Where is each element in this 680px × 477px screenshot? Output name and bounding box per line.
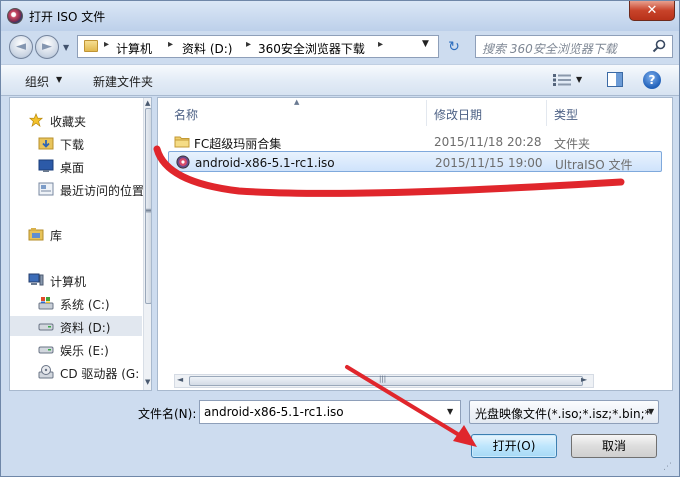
- scroll-grip-icon: |||: [379, 375, 387, 383]
- drive-icon: [38, 323, 54, 331]
- column-header-date[interactable]: 修改日期: [434, 106, 482, 123]
- column-divider[interactable]: [546, 100, 547, 126]
- new-folder-button[interactable]: 新建文件夹: [93, 73, 153, 90]
- sidebar-item-label: 资料 (D:): [60, 321, 111, 335]
- window-title: 打开 ISO 文件: [29, 10, 106, 24]
- breadcrumb-drive-d[interactable]: 资料 (D:): [182, 40, 232, 57]
- column-header-name[interactable]: 名称: [174, 106, 198, 123]
- file-list: ▲ 名称 修改日期 类型 FC超级玛丽合集 2015/11/18 20:28 文…: [157, 97, 673, 391]
- help-icon[interactable]: ?: [643, 71, 661, 89]
- folder-icon: [174, 136, 190, 148]
- change-view-icon[interactable]: [553, 74, 571, 86]
- sidebar-item-label: CD 驱动器 (G:: [60, 367, 140, 381]
- filename-dropdown-icon[interactable]: ▼: [447, 407, 453, 416]
- breadcrumb-download-folder[interactable]: 360安全浏览器下载: [258, 40, 365, 57]
- sidebar-item-label: 最近访问的位置: [60, 184, 145, 198]
- search-input[interactable]: 搜索 360安全浏览器下载: [475, 35, 673, 58]
- search-placeholder: 搜索 360安全浏览器下载: [482, 42, 617, 56]
- resize-grip-icon[interactable]: ⋰: [663, 462, 672, 472]
- file-name: FC超级玛丽合集: [194, 137, 282, 151]
- crumb-separator-icon[interactable]: ▸: [168, 39, 173, 50]
- horizontal-scrollbar[interactable]: ◄ ||| ►: [174, 374, 594, 388]
- sidebar-computer[interactable]: 计算机: [10, 270, 142, 290]
- computer-icon: [28, 273, 44, 286]
- filename-label: 文件名(N):: [138, 407, 197, 421]
- history-dropdown-icon[interactable]: ▼: [63, 43, 69, 52]
- folder-icon: [84, 40, 98, 52]
- file-type: UltraISO 文件: [555, 158, 633, 172]
- address-bar[interactable]: ▸ 计算机 ▸ 资料 (D:) ▸ 360安全浏览器下载 ▸ ▼: [77, 35, 439, 58]
- cancel-button[interactable]: 取消: [571, 434, 657, 458]
- chevron-down-icon[interactable]: ▼: [56, 75, 62, 84]
- cd-drive-icon: [38, 365, 54, 379]
- desktop-icon: [38, 159, 54, 172]
- scroll-down-icon[interactable]: ▼: [145, 378, 150, 386]
- library-icon: [28, 228, 44, 241]
- file-row-iso[interactable]: android-x86-5.1-rc1.iso 2015/11/15 19:00…: [168, 151, 662, 172]
- file-type-filter-value: 光盘映像文件(*.iso;*.isz;*.bin;*: [475, 407, 651, 421]
- file-type: 文件夹: [554, 137, 591, 151]
- breadcrumb-computer[interactable]: 计算机: [116, 40, 152, 57]
- open-button[interactable]: 打开(O): [471, 434, 557, 458]
- sidebar-item-drive-d[interactable]: 资料 (D:): [10, 316, 142, 336]
- sort-ascending-icon: ▲: [294, 98, 300, 106]
- navigation-pane: 收藏夹 下载 桌面 最近访问的位置 库 计算机 系统 (C:) 资料 (D:): [9, 97, 152, 391]
- preview-pane-icon[interactable]: [607, 72, 623, 87]
- scroll-left-icon[interactable]: ◄: [177, 375, 183, 384]
- file-date: 2015/11/18 20:28: [434, 135, 542, 149]
- back-button[interactable]: ◄: [9, 35, 33, 59]
- filename-input[interactable]: [199, 400, 461, 424]
- navigation-row: ◄ ► ▼ ▸ 计算机 ▸ 资料 (D:) ▸ 360安全浏览器下载 ▸ ▼ ↻…: [1, 31, 679, 63]
- crumb-separator-icon[interactable]: ▸: [378, 39, 383, 50]
- scroll-up-icon[interactable]: ▲: [145, 99, 150, 107]
- close-button[interactable]: ✕: [629, 1, 675, 21]
- system-drive-icon: [38, 297, 54, 310]
- sidebar-scrollbar[interactable]: ▲ ≡ ▼: [143, 98, 152, 390]
- sidebar-item-label: 娱乐 (E:): [60, 344, 109, 358]
- scroll-right-icon[interactable]: ►: [581, 375, 587, 384]
- sidebar-computer-label: 计算机: [50, 275, 87, 289]
- sidebar-item-drive-c[interactable]: 系统 (C:): [10, 293, 142, 313]
- ultraiso-app-icon: [7, 8, 23, 24]
- recent-places-icon: [38, 182, 54, 196]
- file-date: 2015/11/15 19:00: [435, 156, 543, 170]
- column-header-type[interactable]: 类型: [554, 106, 578, 123]
- downloads-folder-icon: [38, 137, 54, 150]
- iso-disc-icon: [176, 155, 190, 169]
- sidebar-library[interactable]: 库: [10, 224, 142, 244]
- sidebar-item-label: 系统 (C:): [60, 298, 110, 312]
- drive-icon: [38, 346, 54, 354]
- forward-button[interactable]: ►: [35, 35, 59, 59]
- sidebar-favorites-label: 收藏夹: [50, 115, 87, 129]
- sidebar-item-desktop[interactable]: 桌面: [10, 156, 142, 176]
- favorites-star-icon: [28, 113, 44, 127]
- sidebar-item-drive-g[interactable]: CD 驱动器 (G:: [10, 362, 142, 382]
- open-iso-dialog: 打开 ISO 文件 ✕ ◄ ► ▼ ▸ 计算机 ▸ 资料 (D:) ▸ 360安…: [0, 0, 680, 477]
- crumb-separator-icon[interactable]: ▸: [246, 39, 251, 50]
- chevron-down-icon[interactable]: ▼: [576, 75, 582, 84]
- search-icon[interactable]: [652, 39, 666, 53]
- address-dropdown-icon[interactable]: ▼: [422, 39, 429, 49]
- scroll-grip-icon: ≡: [145, 206, 152, 215]
- sidebar-item-label: 桌面: [60, 161, 85, 175]
- sidebar-item-label: 下载: [60, 138, 85, 152]
- file-type-filter-select[interactable]: 光盘映像文件(*.iso;*.isz;*.bin;* ▼: [469, 400, 659, 424]
- file-name: android-x86-5.1-rc1.iso: [195, 156, 335, 170]
- sidebar-item-downloads[interactable]: 下载: [10, 133, 142, 153]
- refresh-icon[interactable]: ↻: [443, 37, 465, 57]
- sidebar-favorites[interactable]: 收藏夹: [10, 110, 142, 130]
- command-toolbar: 组织 ▼ 新建文件夹 ▼ ?: [1, 64, 679, 96]
- crumb-separator-icon[interactable]: ▸: [104, 39, 109, 50]
- sidebar-item-drive-e[interactable]: 娱乐 (E:): [10, 339, 142, 359]
- organize-button[interactable]: 组织: [25, 73, 49, 90]
- file-row-folder[interactable]: FC超级玛丽合集 2015/11/18 20:28 文件夹: [168, 131, 662, 152]
- sidebar-item-recent-places[interactable]: 最近访问的位置: [10, 179, 145, 199]
- chevron-down-icon[interactable]: ▼: [648, 407, 654, 416]
- title-bar: 打开 ISO 文件 ✕: [1, 1, 679, 31]
- sidebar-library-label: 库: [50, 229, 63, 243]
- column-divider[interactable]: [426, 100, 427, 126]
